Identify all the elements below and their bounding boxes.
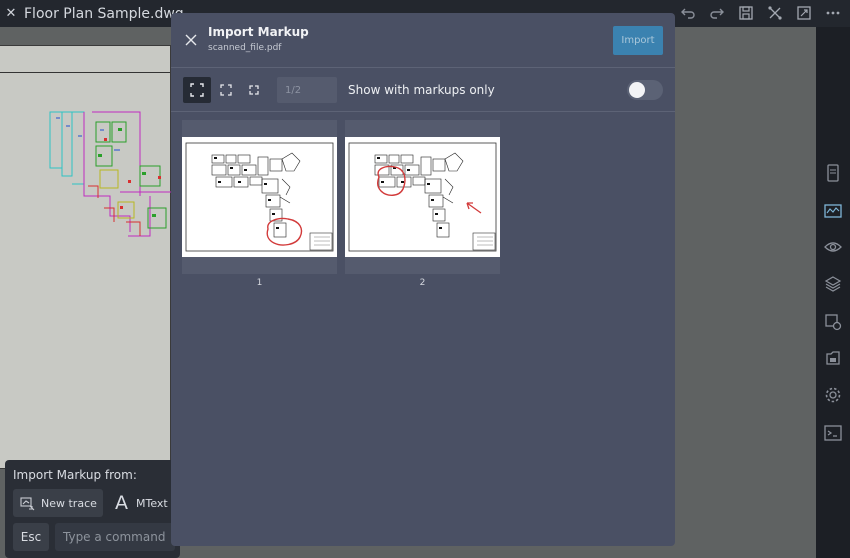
dialog-toolbar: 1/2 Show with markups only xyxy=(171,69,675,112)
save-icon[interactable] xyxy=(734,3,757,23)
dialog-header: Import Markup scanned_file.pdf Import xyxy=(171,13,675,68)
page-thumbnail[interactable] xyxy=(345,120,500,274)
mtext-button[interactable]: A MText xyxy=(109,489,179,517)
markup-circle xyxy=(266,217,303,246)
mtext-label: MText xyxy=(136,496,168,510)
view-medium-button[interactable] xyxy=(212,77,240,103)
redo-icon[interactable] xyxy=(705,3,728,23)
view-small-button[interactable] xyxy=(240,77,268,103)
layers-icon[interactable] xyxy=(823,274,843,294)
undo-icon[interactable] xyxy=(676,3,699,23)
page-label: 1 xyxy=(256,278,263,288)
new-trace-button[interactable]: New trace xyxy=(13,489,103,517)
view-large-button[interactable] xyxy=(183,77,211,103)
markup-list-icon[interactable] xyxy=(823,201,843,221)
import-markup-dialog: Import Markup scanned_file.pdf Import 1/… xyxy=(171,13,675,546)
markups-only-label: Show with markups only xyxy=(348,83,495,97)
page-number-input[interactable]: 1/2 xyxy=(277,77,337,103)
markup-arrow xyxy=(466,202,482,214)
drawing-sheet xyxy=(0,45,171,469)
markup-circle xyxy=(376,165,406,196)
fit-view-icon xyxy=(220,84,232,96)
page-preview-image xyxy=(182,137,337,257)
dialog-title: Import Markup xyxy=(208,25,309,39)
fit-view-icon xyxy=(190,83,204,97)
top-toolbar xyxy=(676,3,844,23)
floor-plan-drawing xyxy=(49,111,171,237)
page-label: 2 xyxy=(419,278,426,288)
fit-view-icon xyxy=(249,85,259,95)
fullscreen-icon[interactable] xyxy=(792,3,815,23)
esc-button[interactable]: Esc xyxy=(13,523,49,551)
markups-only-toggle[interactable] xyxy=(627,80,663,100)
toggle-knob xyxy=(629,82,645,98)
more-icon[interactable] xyxy=(821,3,844,23)
settings-icon[interactable] xyxy=(823,385,843,405)
command-input[interactable]: Type a command xyxy=(55,523,175,551)
markup-icon[interactable] xyxy=(763,3,786,23)
mtext-icon: A xyxy=(115,492,128,514)
page-thumbnail[interactable] xyxy=(182,120,337,274)
visibility-icon[interactable] xyxy=(823,237,843,257)
new-trace-icon xyxy=(20,497,35,511)
command-panel: Import Markup from: New trace A MText Es… xyxy=(5,460,180,558)
document-title: Floor Plan Sample.dwg xyxy=(24,5,184,22)
file-name: scanned_file.pdf xyxy=(208,43,282,53)
close-document-icon[interactable]: ✕ xyxy=(0,6,22,21)
command-panel-title: Import Markup from: xyxy=(13,468,137,482)
sheet-icon[interactable] xyxy=(823,163,843,183)
page-preview-image xyxy=(345,137,500,257)
properties-icon[interactable] xyxy=(823,312,843,332)
right-tool-rail xyxy=(816,27,850,558)
close-icon[interactable] xyxy=(183,32,199,48)
import-button[interactable]: Import xyxy=(613,26,663,55)
console-icon[interactable] xyxy=(823,423,843,443)
blocks-icon[interactable] xyxy=(823,348,843,368)
new-trace-label: New trace xyxy=(41,496,97,510)
